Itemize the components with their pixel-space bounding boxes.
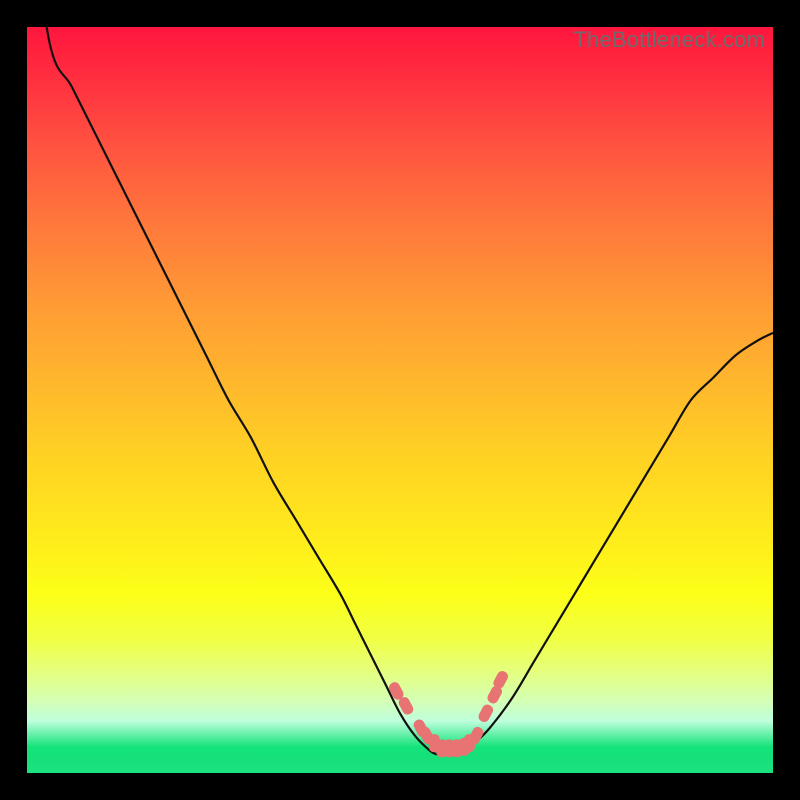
bottleneck-curve xyxy=(27,27,773,773)
outer-frame: TheBottleneck.com xyxy=(0,0,800,800)
plot-area: TheBottleneck.com xyxy=(27,27,773,773)
marker-group xyxy=(387,669,510,757)
curve-marker xyxy=(477,703,495,724)
watermark-text: TheBottleneck.com xyxy=(573,27,765,53)
curve-path xyxy=(27,27,773,755)
